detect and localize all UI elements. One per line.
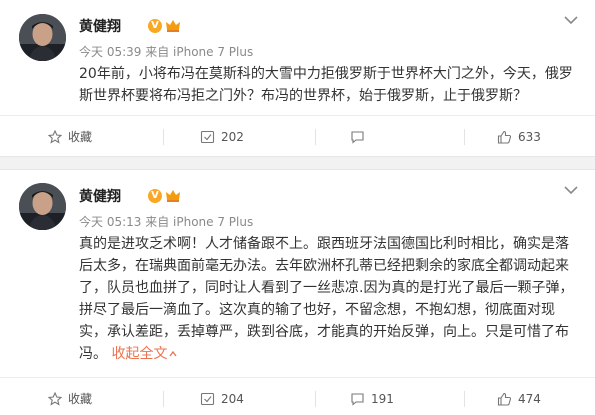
- text-line: 拼尽了最后一滴血了。这次真的输了也好，不留念想，不抱幻想，彻底面对现: [79, 302, 555, 318]
- star-icon: [48, 129, 62, 144]
- repost-count: 204: [221, 391, 244, 406]
- chevron-down-icon[interactable]: [563, 14, 579, 26]
- favorite-label: 收藏: [68, 392, 93, 406]
- text-tail: 冯。: [79, 346, 107, 362]
- feed-divider: [0, 156, 595, 170]
- comment-button[interactable]: 191: [350, 378, 394, 415]
- comment-icon: [351, 130, 364, 144]
- comment-button[interactable]: [350, 116, 371, 157]
- text-line-last: 冯。 收起全文: [79, 343, 579, 365]
- divider: [315, 391, 316, 407]
- repost-button[interactable]: 204: [200, 378, 244, 415]
- vip-crown-icon[interactable]: [164, 188, 182, 203]
- author-name[interactable]: 黄健翔: [79, 186, 121, 206]
- verified-badge-icon: V: [148, 19, 162, 33]
- author-name[interactable]: 黄健翔: [79, 16, 121, 36]
- favorite-button[interactable]: 收藏: [48, 116, 92, 157]
- divider: [464, 129, 465, 145]
- like-count: 633: [518, 129, 541, 144]
- collapse-text-link[interactable]: 收起全文: [111, 346, 177, 362]
- avatar[interactable]: [19, 14, 66, 61]
- comment-icon: [351, 392, 364, 406]
- chevron-up-icon: [169, 350, 177, 357]
- repost-icon: [200, 392, 215, 405]
- chevron-down-icon[interactable]: [563, 184, 579, 196]
- text-line: 了，队员也血拼了，同时让人看到了一丝悲凉.因为真的是打光了最后一颗子弹，: [79, 280, 574, 296]
- avatar-image: [19, 14, 66, 61]
- repost-count: 202: [221, 129, 244, 144]
- thumbs-up-icon: [497, 130, 512, 144]
- divider: [464, 391, 465, 407]
- post-meta[interactable]: 今天 05:39 来自 iPhone 7 Plus: [79, 43, 253, 60]
- thumbs-up-icon: [497, 392, 512, 406]
- avatar-image: [19, 183, 66, 230]
- action-bar: 收藏 204 191 474: [0, 377, 595, 415]
- favorite-label: 收藏: [68, 130, 93, 144]
- text-line: 斯世界杯要将布冯拒之门外？布冯的世界杯，始于俄罗斯，止于俄罗斯？: [79, 88, 527, 104]
- divider: [163, 129, 164, 145]
- comment-count: 191: [371, 391, 394, 406]
- divider: [163, 391, 164, 407]
- text-line: 后太多，在瑞典面前毫无办法。去年欧洲杯孔蒂已经把剩余的家底全都调动起来: [79, 258, 569, 274]
- text-line: 真的是进攻乏术啊！人才储备跟不上。跟西班牙法国德国比利时相比，确实是落: [79, 236, 569, 252]
- verified-badge-icon: V: [148, 189, 162, 203]
- star-icon: [48, 391, 62, 406]
- vip-crown-icon[interactable]: [164, 18, 182, 33]
- post-meta[interactable]: 今天 05:13 来自 iPhone 7 Plus: [79, 213, 253, 230]
- text-line: 实，承认差距，丢掉尊严，跌到谷底，才能真的开始反弹，向上。只是可惜了布: [79, 324, 569, 340]
- action-bar: 收藏 202 633: [0, 115, 595, 157]
- post-text: 20年前，小将布冯在莫斯科的大雪中力拒俄罗斯于世界杯大门之外，今天，俄罗 斯世界…: [79, 63, 579, 107]
- like-count: 474: [518, 391, 541, 406]
- weibo-post: 黄健翔 V 今天 05:39 来自 iPhone 7 Plus 20年前，小将布…: [0, 0, 595, 156]
- repost-button[interactable]: 202: [200, 116, 244, 157]
- text-line: 20年前，小将布冯在莫斯科的大雪中力拒俄罗斯于世界杯大门之外，今天，俄罗: [79, 66, 573, 82]
- divider: [315, 129, 316, 145]
- repost-icon: [200, 130, 215, 143]
- like-button[interactable]: 633: [497, 116, 541, 157]
- like-button[interactable]: 474: [497, 378, 541, 415]
- favorite-button[interactable]: 收藏: [48, 378, 92, 415]
- collapse-label: 收起全文: [111, 346, 168, 362]
- avatar[interactable]: [19, 183, 66, 230]
- post-text: 真的是进攻乏术啊！人才储备跟不上。跟西班牙法国德国比利时相比，确实是落 后太多，…: [79, 233, 579, 365]
